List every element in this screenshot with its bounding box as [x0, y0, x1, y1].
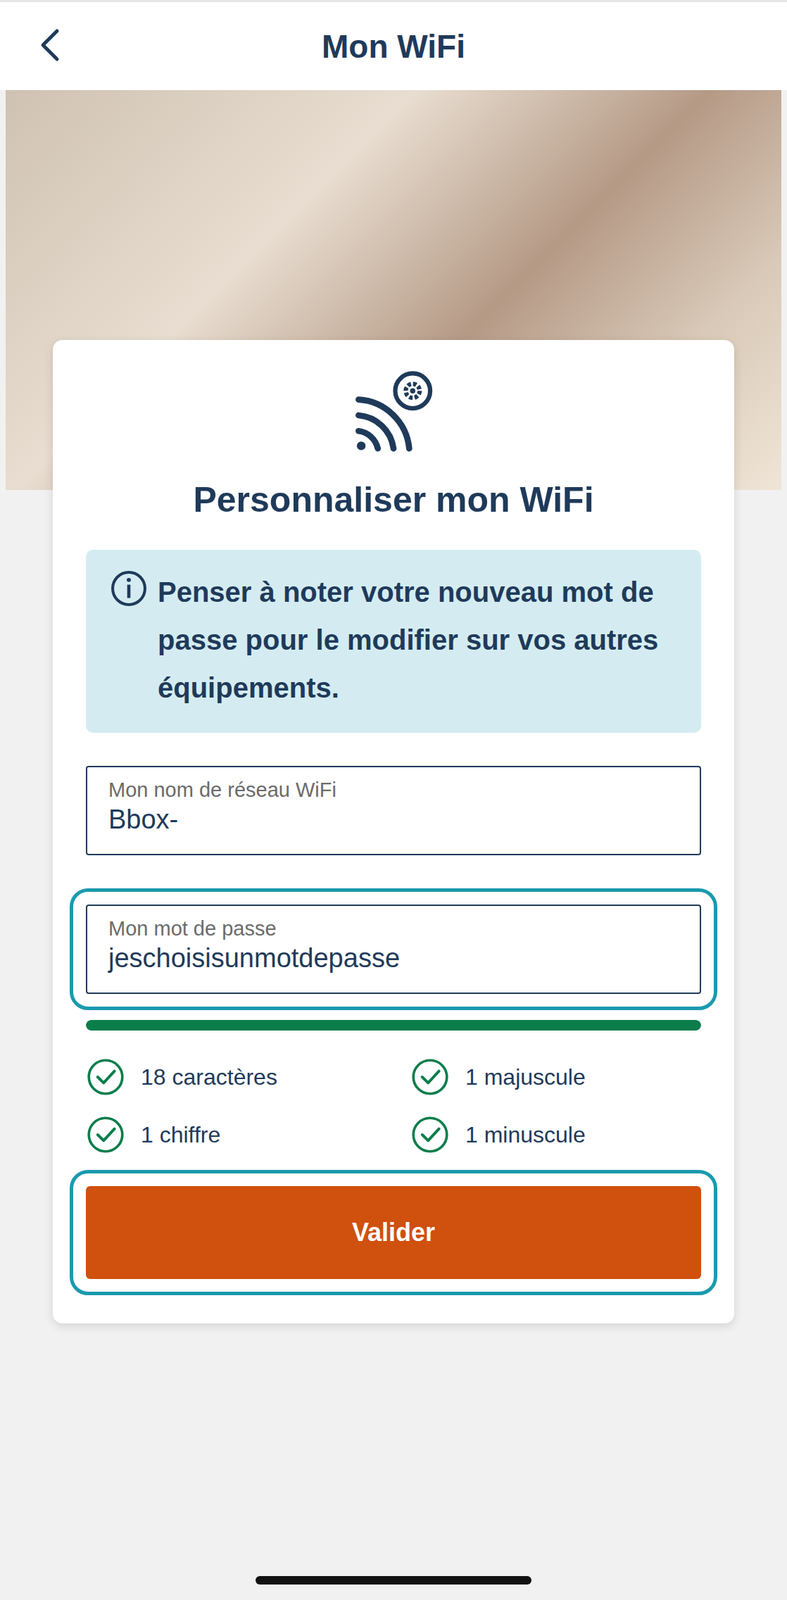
check-circle-icon	[410, 1057, 450, 1097]
wifi-settings-icon	[349, 368, 438, 456]
field-label: Mon nom de réseau WiFi	[108, 778, 679, 802]
wifi-card: Personnaliser mon WiFi Penser à noter vot…	[52, 340, 735, 1324]
info-box: Penser à noter votre nouveau mot de pass…	[85, 549, 702, 733]
criteria-item: 1 chiffre	[85, 1115, 411, 1155]
page-title: Mon WiFi	[321, 27, 466, 66]
info-text: Penser à noter votre nouveau mot de pass…	[157, 568, 678, 712]
text-field[interactable]: Mon mot de passejeschoisisunmotdepasse	[85, 904, 702, 994]
chevron-left-icon	[39, 27, 61, 63]
validate-button[interactable]: Valider	[85, 1186, 702, 1280]
page: Mon WiFi Personnaliser mon WiFi Penser à n…	[0, 0, 787, 1600]
strength-fill	[85, 1020, 702, 1031]
strength-meter	[85, 1020, 702, 1031]
field-value: Bbox-	[108, 804, 679, 835]
text-field[interactable]: Mon nom de réseau WiFiBbox-	[85, 765, 702, 856]
card-title: Personnaliser mon WiFi	[85, 479, 702, 521]
criteria-list: 18 caractères 1 majuscule 1 chiffre 1 minus…	[85, 1057, 702, 1155]
check-circle-icon	[85, 1115, 126, 1155]
criteria-item: 1 minuscule	[410, 1115, 702, 1155]
criteria-label: 1 majuscule	[465, 1064, 586, 1091]
criteria-label: 1 chiffre	[140, 1122, 221, 1149]
criteria-label: 1 minuscule	[465, 1122, 586, 1149]
info-icon	[109, 569, 148, 608]
button-focus-ring: Valider	[69, 1169, 718, 1296]
field-label: Mon mot de passe	[108, 917, 679, 941]
field-value: jeschoisisunmotdepasse	[108, 943, 679, 974]
check-circle-icon	[85, 1057, 126, 1097]
criteria-item: 18 caractères	[85, 1057, 411, 1097]
check-circle-icon	[410, 1115, 450, 1155]
field-focus-ring: Mon mot de passejeschoisisunmotdepasse	[69, 888, 718, 1011]
field-focus-ring: Mon nom de réseau WiFiBbox-	[69, 749, 718, 872]
criteria-label: 18 caractères	[140, 1064, 278, 1091]
home-indicator	[255, 1576, 532, 1585]
back-button[interactable]	[39, 27, 61, 63]
criteria-item: 1 majuscule	[410, 1057, 702, 1097]
header: Mon WiFi	[0, 0, 787, 91]
